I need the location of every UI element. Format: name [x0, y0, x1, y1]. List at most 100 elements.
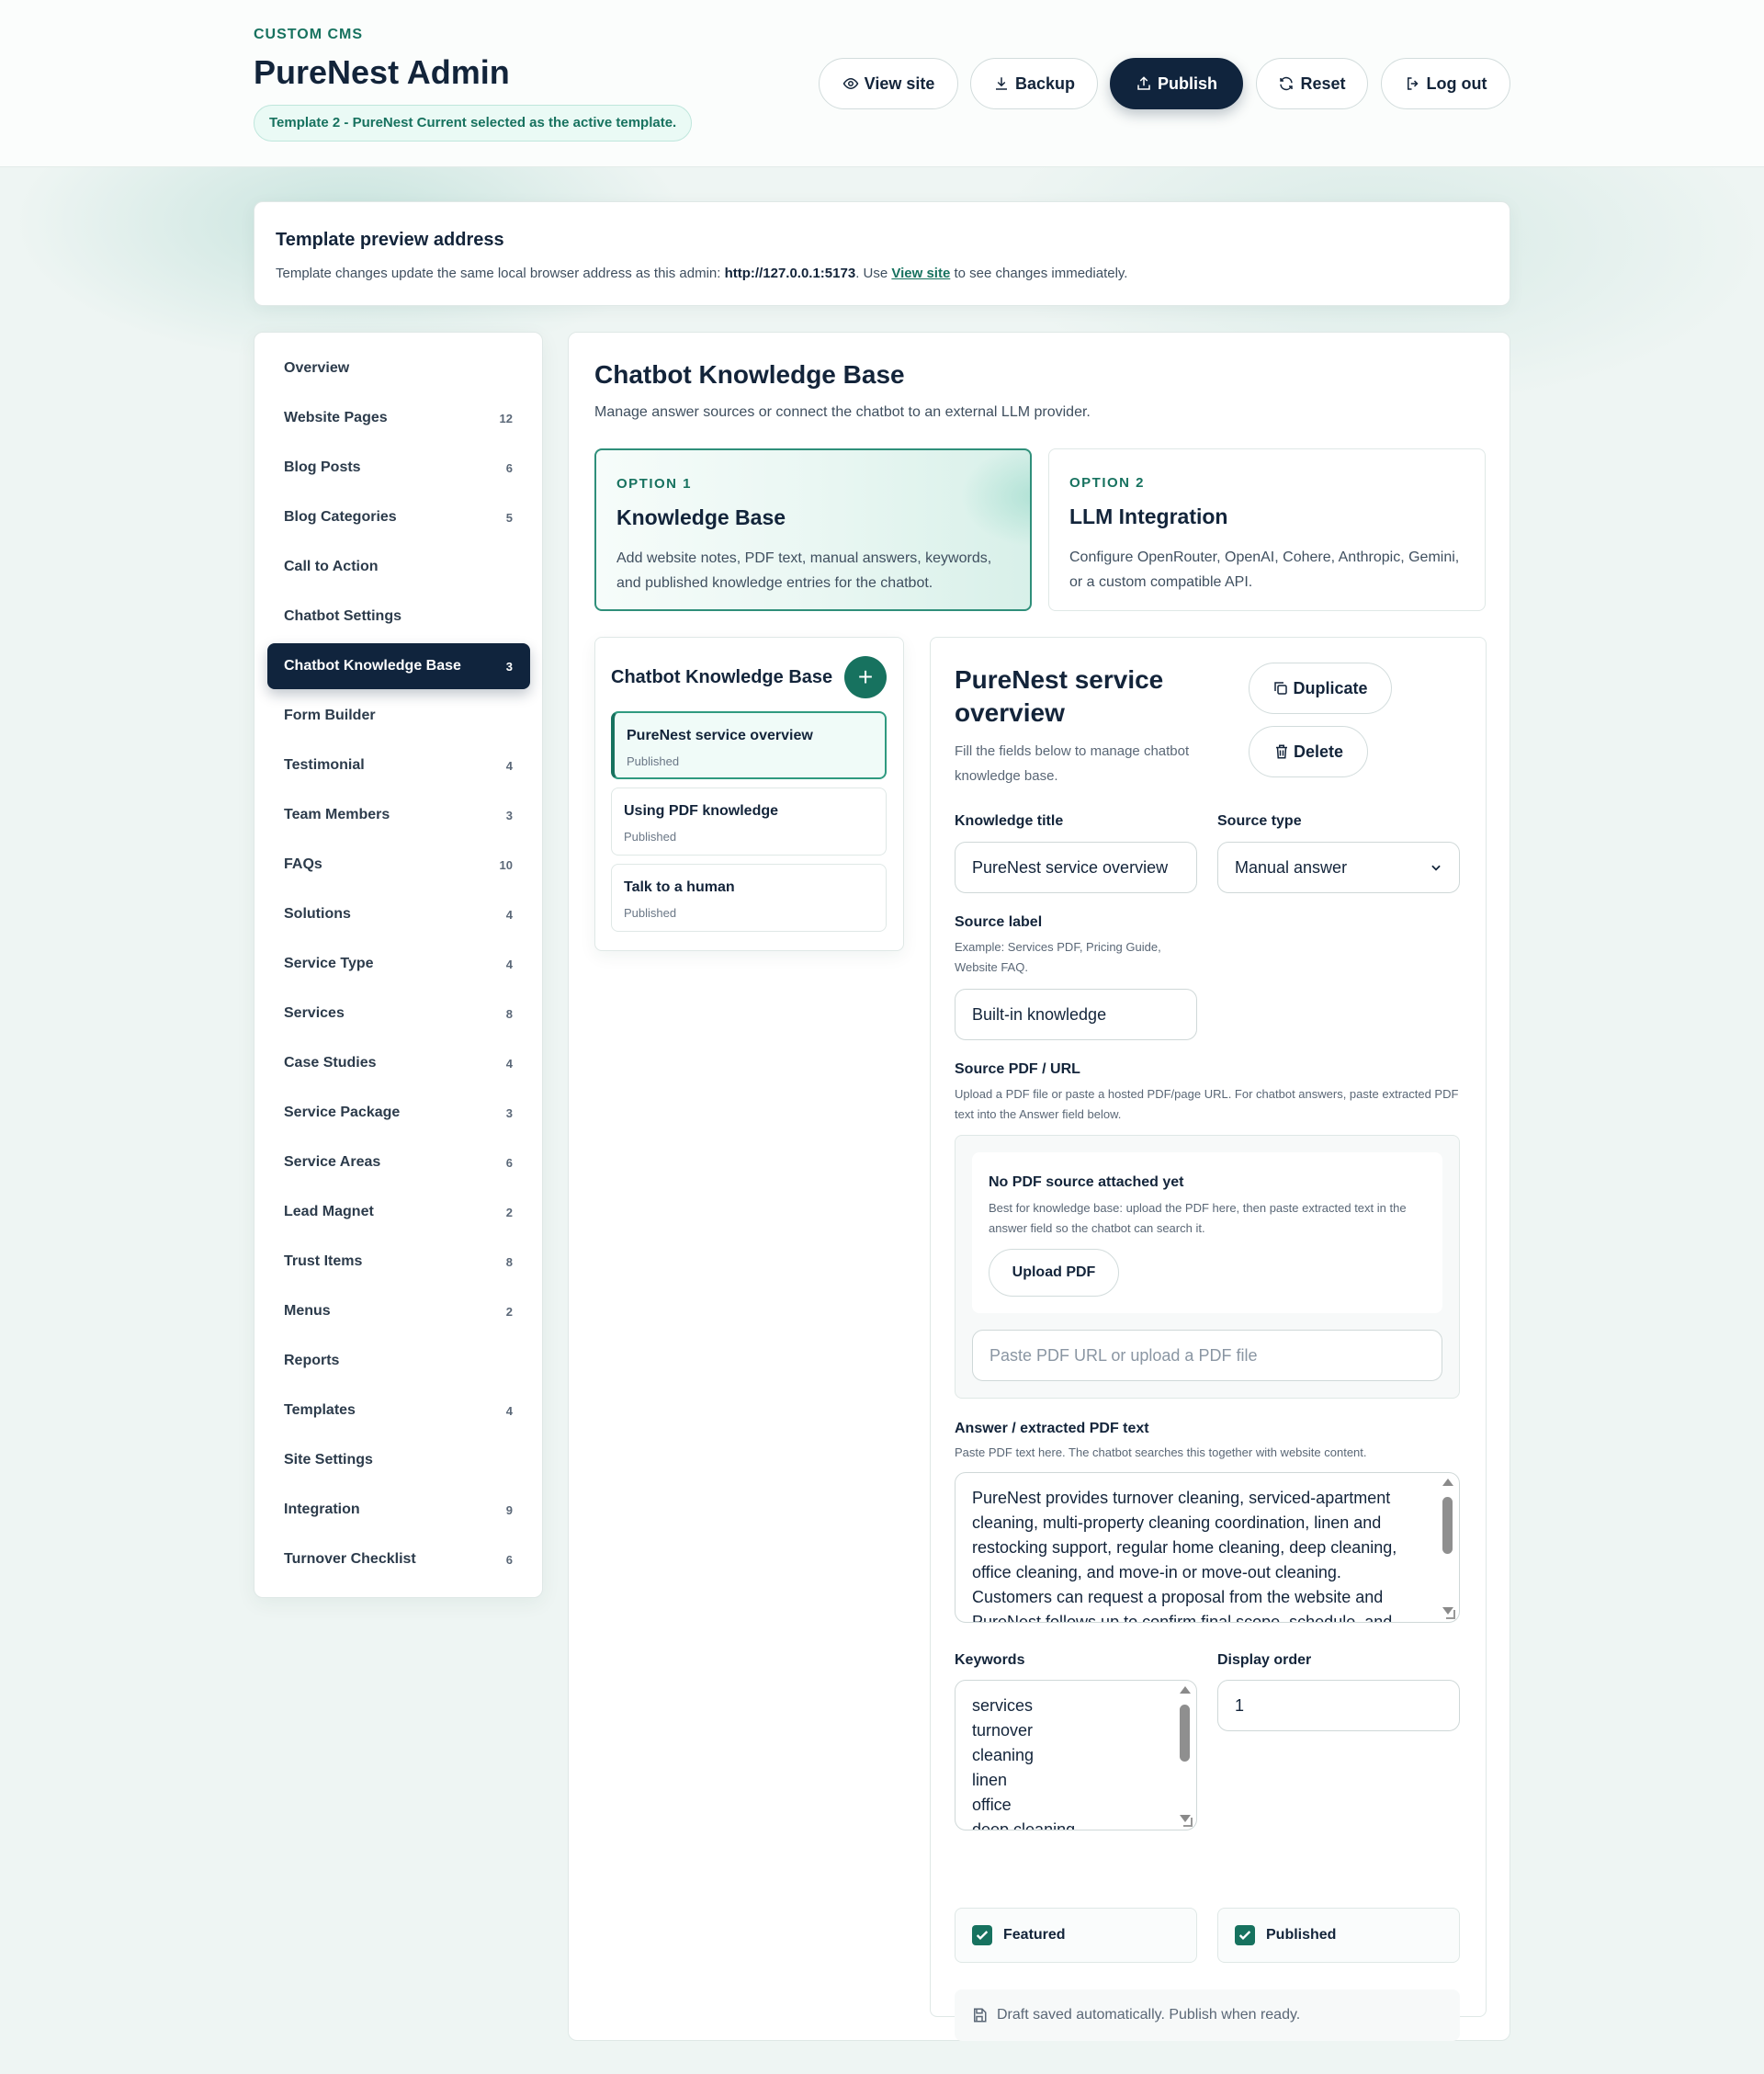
source-label-input[interactable]: Built-in knowledge — [955, 989, 1197, 1040]
pdf-url-input[interactable]: Paste PDF URL or upload a PDF file — [972, 1330, 1442, 1381]
scroll-up-icon — [1180, 1686, 1191, 1694]
backup-button[interactable]: Backup — [970, 58, 1098, 109]
editor-subtitle: Fill the fields below to manage chatbot … — [955, 743, 1190, 784]
sidebar-item-label: Chatbot Knowledge Base — [284, 658, 461, 674]
sidebar-item-reports[interactable]: Reports — [267, 1338, 530, 1384]
source-type-value: Manual answer — [1235, 857, 1348, 877]
preview-view-site-link[interactable]: View site — [891, 266, 950, 281]
knowledge-list-title: Chatbot Knowledge Base — [611, 667, 833, 687]
keywords-label: Keywords — [955, 1652, 1025, 1668]
list-item[interactable]: Talk to a human Published — [611, 864, 887, 932]
sidebar-item-label: Turnover Checklist — [284, 1551, 416, 1567]
sidebar-item-count: 9 — [505, 1502, 513, 1517]
sidebar-item-label: FAQs — [284, 856, 322, 872]
sidebar-item-turnover-checklist[interactable]: Turnover Checklist 6 — [267, 1536, 530, 1582]
answer-textarea[interactable]: PureNest provides turnover cleaning, ser… — [955, 1472, 1460, 1623]
sidebar-item-call-to-action[interactable]: Call to Action — [267, 544, 530, 590]
page-title: Chatbot Knowledge Base — [594, 360, 905, 389]
keywords-textarea[interactable]: services turnover cleaning linen office deep … — [955, 1680, 1197, 1830]
sidebar-item-blog-posts[interactable]: Blog Posts 6 — [267, 445, 530, 491]
list-item-name: Talk to a human — [624, 879, 735, 895]
sidebar-item-label: Website Pages — [284, 410, 388, 425]
sidebar-item-service-type[interactable]: Service Type 4 — [267, 941, 530, 987]
resize-grip-icon[interactable] — [1183, 1818, 1193, 1827]
sidebar-item-lead-magnet[interactable]: Lead Magnet 2 — [267, 1189, 530, 1235]
list-item-name: Using PDF knowledge — [624, 803, 779, 819]
list-item-status: Published — [624, 906, 677, 920]
copy-icon — [1274, 682, 1288, 695]
add-entry-button[interactable]: + — [844, 656, 887, 698]
featured-checkbox[interactable] — [972, 1925, 992, 1945]
view-site-label: View site — [864, 74, 935, 93]
delete-button[interactable]: Delete — [1249, 726, 1368, 777]
option-llm-integration-card[interactable]: OPTION 2 LLM Integration Configure OpenR… — [1048, 448, 1486, 611]
sidebar-item-count: 12 — [499, 411, 513, 425]
publish-button[interactable]: Publish — [1110, 58, 1243, 109]
display-order-input[interactable]: 1 — [1217, 1680, 1460, 1731]
keywords-scrollbar[interactable] — [1178, 1681, 1191, 1830]
sidebar-item-chatbot-knowledge-base[interactable]: Chatbot Knowledge Base 3 — [267, 643, 530, 689]
sidebar-item-testimonial[interactable]: Testimonial 4 — [267, 742, 530, 788]
logout-icon — [1407, 77, 1419, 90]
pdf-empty-state: No PDF source attached yet Best for know… — [972, 1152, 1442, 1313]
sidebar-item-site-settings[interactable]: Site Settings — [267, 1437, 530, 1483]
sidebar-item-templates[interactable]: Templates 4 — [267, 1388, 530, 1434]
sidebar-item-label: Overview — [284, 360, 350, 376]
sidebar-item-integration[interactable]: Integration 9 — [267, 1487, 530, 1533]
sidebar-item-service-package[interactable]: Service Package 3 — [267, 1090, 530, 1136]
app-eyebrow: CUSTOM CMS — [254, 27, 364, 42]
list-item-name: PureNest service overview — [627, 728, 813, 743]
option-knowledge-base-card[interactable]: OPTION 1 Knowledge Base Add website note… — [594, 448, 1032, 611]
checkmark-icon — [1238, 1931, 1251, 1940]
sidebar-item-label: Call to Action — [284, 559, 379, 574]
source-label-label: Source label — [955, 914, 1043, 930]
logout-button[interactable]: Log out — [1381, 58, 1510, 109]
sidebar-item-services[interactable]: Services 8 — [267, 991, 530, 1037]
resize-grip-icon[interactable] — [1446, 1610, 1455, 1619]
duplicate-button[interactable]: Duplicate — [1249, 663, 1392, 714]
sidebar-item-form-builder[interactable]: Form Builder — [267, 693, 530, 739]
upload-pdf-button[interactable]: Upload PDF — [989, 1249, 1119, 1297]
sidebar-item-count: 6 — [505, 460, 513, 475]
preview-text: Template changes update the same local b… — [276, 266, 1127, 281]
published-checkbox[interactable] — [1235, 1925, 1255, 1945]
sidebar-item-count: 4 — [505, 1056, 513, 1071]
sidebar-item-menus[interactable]: Menus 2 — [267, 1288, 530, 1334]
chevron-down-icon — [1431, 865, 1441, 871]
list-item[interactable]: PureNest service overview Published — [611, 711, 887, 779]
sidebar-item-label: Lead Magnet — [284, 1204, 374, 1219]
sidebar-item-blog-categories[interactable]: Blog Categories 5 — [267, 494, 530, 540]
answer-line: office cleaning, and move-in or move-out… — [972, 1563, 1341, 1581]
duplicate-label: Duplicate — [1293, 678, 1368, 697]
sidebar-item-trust-items[interactable]: Trust Items 8 — [267, 1239, 530, 1285]
sidebar-item-service-areas[interactable]: Service Areas 6 — [267, 1139, 530, 1185]
knowledge-title-input[interactable]: PureNest service overview — [955, 842, 1197, 893]
editor-title: PureNest service overview — [955, 665, 1164, 727]
scroll-thumb[interactable] — [1180, 1705, 1190, 1762]
sidebar-item-overview[interactable]: Overview — [267, 346, 530, 391]
answer-scrollbar[interactable] — [1441, 1473, 1453, 1622]
sidebar-item-faqs[interactable]: FAQs 10 — [267, 842, 530, 888]
main-panel: Chatbot Knowledge Base Manage answer sou… — [568, 332, 1510, 2041]
sidebar-item-website-pages[interactable]: Website Pages 12 — [267, 395, 530, 441]
published-checkbox-field[interactable]: Published — [1217, 1908, 1460, 1963]
source-type-select[interactable]: Manual answer — [1217, 842, 1460, 893]
answer-line: PureNest provides turnover cleaning, ser… — [972, 1489, 1391, 1507]
page-subtitle: Manage answer sources or connect the cha… — [594, 404, 1091, 420]
published-label: Published — [1266, 1927, 1337, 1943]
sidebar-item-chatbot-settings[interactable]: Chatbot Settings — [267, 594, 530, 640]
eye-icon — [842, 77, 859, 90]
view-site-button[interactable]: View site — [819, 58, 958, 109]
featured-checkbox-field[interactable]: Featured — [955, 1908, 1197, 1963]
list-item[interactable]: Using PDF knowledge Published — [611, 788, 887, 856]
keyword-line: cleaning — [972, 1746, 1035, 1764]
sidebar-item-count: 6 — [505, 1552, 513, 1567]
sidebar-item-team-members[interactable]: Team Members 3 — [267, 792, 530, 838]
sidebar-item-case-studies[interactable]: Case Studies 4 — [267, 1040, 530, 1086]
pdf-empty-title: No PDF source attached yet — [989, 1174, 1184, 1190]
scroll-thumb[interactable] — [1442, 1497, 1453, 1554]
sidebar-item-solutions[interactable]: Solutions 4 — [267, 891, 530, 937]
reset-button[interactable]: Reset — [1256, 58, 1368, 109]
sidebar-item-count: 3 — [505, 1105, 513, 1120]
sidebar-item-label: Chatbot Settings — [284, 608, 401, 624]
